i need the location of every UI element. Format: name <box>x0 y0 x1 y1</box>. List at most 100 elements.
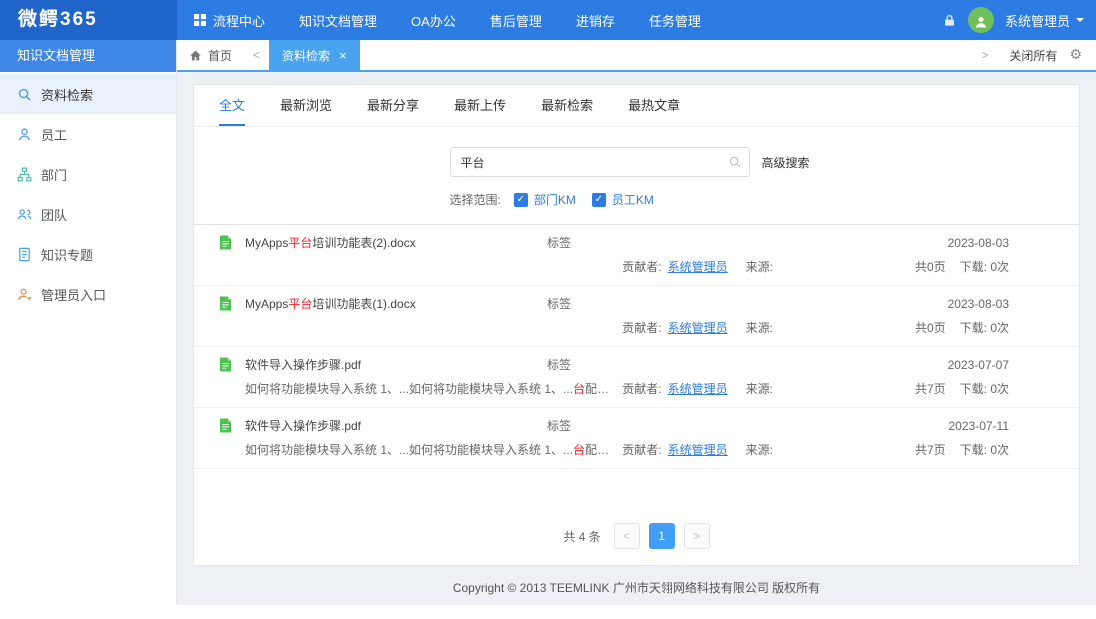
tab-scroll-right-icon[interactable]: > <box>972 48 997 62</box>
results-list: MyApps平台培训功能表(2).docx标签2023-08-03贡献者:系统管… <box>194 224 1079 469</box>
close-all-button[interactable]: 关闭所有 <box>1009 47 1057 64</box>
contributor-link[interactable]: 系统管理员 <box>668 380 728 397</box>
grid-icon <box>194 14 206 26</box>
content-tab-6[interactable]: 最热文章 <box>628 85 680 126</box>
result-tag-label: 标签 <box>547 295 849 312</box>
text-part: 配置权限, http://localhost:8080/ob... <box>585 382 622 396</box>
text-part: MyApps <box>245 297 288 311</box>
pagination-prev-button[interactable]: < <box>614 523 640 549</box>
search-icon[interactable] <box>728 155 742 169</box>
gear-icon[interactable]: ⚙ <box>1069 47 1082 63</box>
search-block: 高级搜索 选择范围: ✓部门KM✓员工KM <box>194 127 1079 224</box>
lock-icon[interactable] <box>942 13 957 28</box>
text-part: 如何将功能模块导入系统 1、...如何将功能模块导入系统 1、... <box>245 443 573 457</box>
top-bar-right: 系统管理员 <box>942 0 1096 40</box>
file-icon <box>219 357 232 372</box>
result-file-name-link[interactable]: MyApps平台培训功能表(1).docx <box>245 295 547 312</box>
contributor-label: 贡献者: <box>622 258 661 275</box>
search-icon <box>17 87 32 102</box>
sidebar-item-label: 知识专题 <box>41 245 93 264</box>
main-area: 首页 < 资料检索 × > 关闭所有 ⚙ 全文最新浏览最新分享最新 <box>177 40 1096 605</box>
avatar[interactable] <box>968 7 994 33</box>
sidebar-menu: 资料检索员工部门团队知识专题管理员入口 <box>0 72 176 314</box>
source-label: 来源: <box>746 441 773 458</box>
work-area: 全文最新浏览最新分享最新上传最新检索最热文章 高级搜索 <box>177 72 1096 605</box>
top-nav: 流程中心知识文档管理OA办公售后管理进销存任务管理 <box>177 0 718 40</box>
content-tab-4[interactable]: 最新上传 <box>454 85 506 126</box>
checkbox-icon[interactable]: ✓ <box>592 193 606 207</box>
result-contributor-row: 贡献者: 系统管理员 来源: <box>622 441 773 458</box>
sidebar-item-1[interactable]: 资料检索 <box>0 74 176 114</box>
result-line1: 软件导入操作步骤.pdf标签2023-07-07 <box>219 356 1009 373</box>
sidebar-item-5[interactable]: 知识专题 <box>0 234 176 274</box>
content-tab-2[interactable]: 最新浏览 <box>280 85 332 126</box>
pagination-page-1[interactable]: 1 <box>649 523 675 549</box>
content-tab-3[interactable]: 最新分享 <box>367 85 419 126</box>
search-input[interactable] <box>450 147 750 177</box>
contributor-label: 贡献者: <box>622 319 661 336</box>
highlighted-term: 平台 <box>288 297 312 311</box>
sidebar-item-4[interactable]: 团队 <box>0 194 176 234</box>
user-menu[interactable]: 系统管理员 <box>1005 11 1084 30</box>
top-bar: 微鳄365 流程中心知识文档管理OA办公售后管理进销存任务管理 系统管理员 <box>0 0 1096 40</box>
top-nav-item-3[interactable]: OA办公 <box>394 0 473 40</box>
result-downloads: 下载: 0次 <box>960 319 1009 336</box>
close-icon[interactable]: × <box>339 48 347 63</box>
result-line2: 贡献者: 系统管理员 来源: 共0页下载: 0次 <box>219 258 1009 275</box>
home-icon <box>189 49 202 62</box>
advanced-search-link[interactable]: 高级搜索 <box>762 154 810 171</box>
result-row-3: 软件导入操作步骤.pdf标签2023-07-07如何将功能模块导入系统 1、..… <box>194 347 1079 408</box>
home-tab[interactable]: 首页 <box>177 47 244 64</box>
sidebar-item-label: 管理员入口 <box>41 285 106 304</box>
result-line2: 如何将功能模块导入系统 1、...如何将功能模块导入系统 1、...台配置权限,… <box>219 441 1009 458</box>
result-file-name-link[interactable]: MyApps平台培训功能表(2).docx <box>245 234 547 251</box>
top-nav-item-6[interactable]: 任务管理 <box>632 0 718 40</box>
sidebar-item-3[interactable]: 部门 <box>0 154 176 194</box>
scope-option-1[interactable]: ✓部门KM <box>514 191 576 208</box>
text-part: MyApps <box>245 236 288 250</box>
top-nav-item-1[interactable]: 流程中心 <box>177 0 282 40</box>
result-row-2: MyApps平台培训功能表(1).docx标签2023-08-03贡献者:系统管… <box>194 286 1079 347</box>
result-pages: 共0页 <box>915 258 946 275</box>
app-logo: 微鳄365 <box>0 0 177 40</box>
result-file-name-link[interactable]: 软件导入操作步骤.pdf <box>245 417 547 434</box>
contributor-link[interactable]: 系统管理员 <box>668 258 728 275</box>
top-nav-item-2[interactable]: 知识文档管理 <box>282 0 394 40</box>
tab-strip-right: > 关闭所有 ⚙ <box>972 47 1096 64</box>
search-row: 高级搜索 <box>450 147 824 177</box>
scope-option-2[interactable]: ✓员工KM <box>592 191 654 208</box>
tab-active[interactable]: 资料检索 × <box>269 40 360 70</box>
tab-scroll-left-icon[interactable]: < <box>244 48 269 62</box>
result-line2: 贡献者:系统管理员来源:共0页下载: 0次 <box>219 319 1009 336</box>
checkbox-icon[interactable]: ✓ <box>514 193 528 207</box>
department-icon <box>17 167 32 182</box>
contributor-link[interactable]: 系统管理员 <box>668 319 728 336</box>
contributor-link[interactable]: 系统管理员 <box>668 441 728 458</box>
contributor-label: 贡献者: <box>622 441 661 458</box>
contributor-label: 贡献者: <box>622 380 661 397</box>
result-contributor-row: 贡献者:系统管理员来源: <box>622 380 773 397</box>
content-tab-5[interactable]: 最新检索 <box>541 85 593 126</box>
tab-strip: 首页 < 资料检索 × > 关闭所有 ⚙ <box>177 40 1096 72</box>
top-nav-item-5[interactable]: 进销存 <box>559 0 632 40</box>
result-file-name-link[interactable]: 软件导入操作步骤.pdf <box>245 356 547 373</box>
sidebar: 知识文档管理 资料检索员工部门团队知识专题管理员入口 <box>0 40 177 605</box>
sidebar-item-2[interactable]: 员工 <box>0 114 176 154</box>
text-part: 软件导入操作步骤.pdf <box>245 419 361 433</box>
result-downloads: 下载: 0次 <box>960 441 1009 458</box>
content-tabs: 全文最新浏览最新分享最新上传最新检索最热文章 <box>194 85 1079 127</box>
file-icon <box>219 296 232 311</box>
content-tab-1[interactable]: 全文 <box>219 85 245 126</box>
pagination-next-button[interactable]: > <box>684 523 710 549</box>
result-row-1: MyApps平台培训功能表(2).docx标签2023-08-03贡献者:系统管… <box>194 225 1079 286</box>
top-nav-item-4[interactable]: 售后管理 <box>473 0 559 40</box>
source-label: 来源: <box>746 258 773 275</box>
pagination: 共 4 条 < 1 > <box>194 523 1079 565</box>
sidebar-item-6[interactable]: 管理员入口 <box>0 274 176 314</box>
result-stats: 共0页下载: 0次 <box>829 258 1009 275</box>
top-nav-item-label: 流程中心 <box>213 11 265 30</box>
result-pages: 共7页 <box>915 441 946 458</box>
scope-options: ✓部门KM ✓员工KM <box>514 191 654 208</box>
result-date: 2023-07-07 <box>849 358 1009 372</box>
text-part: 培训功能表(2).docx <box>312 236 415 250</box>
